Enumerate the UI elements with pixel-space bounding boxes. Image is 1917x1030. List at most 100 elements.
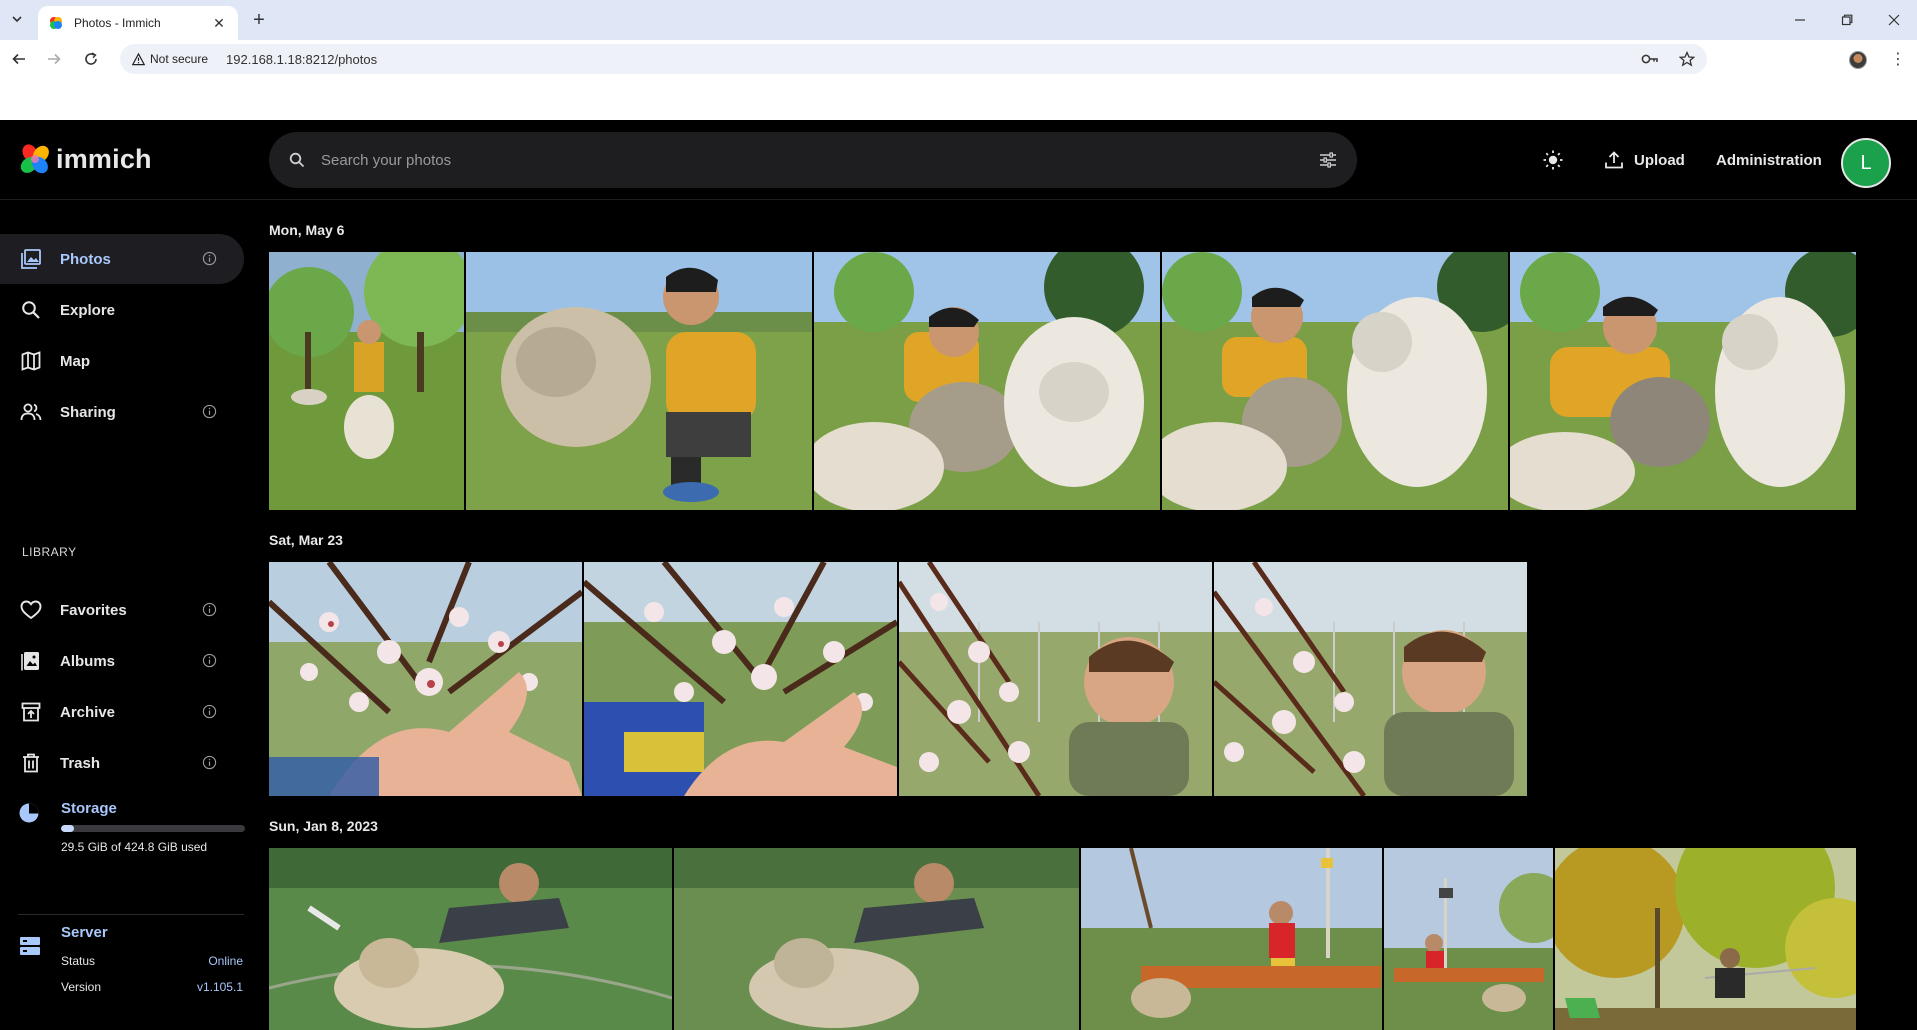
tab-title: Photos - Immich: [74, 16, 161, 30]
photo-thumbnail[interactable]: [584, 562, 897, 796]
browser-menu-icon[interactable]: ⋮: [1890, 49, 1906, 69]
reload-icon[interactable]: [80, 48, 102, 70]
trash-icon: [23, 753, 39, 773]
storage-progress-bar: [61, 825, 245, 832]
info-icon[interactable]: [202, 602, 217, 617]
administration-button[interactable]: Administration: [1716, 140, 1822, 180]
tab-search-button[interactable]: [6, 8, 28, 30]
sidebar-item-label: Archive: [60, 703, 116, 721]
browser-profile-avatar[interactable]: [1849, 51, 1867, 69]
sidebar-item-label: Sharing: [60, 403, 116, 421]
close-tab-icon[interactable]: ✕: [210, 15, 228, 32]
restore-icon[interactable]: [1824, 0, 1870, 40]
app-header: immich Upload Administration L: [0, 120, 1917, 200]
upload-button[interactable]: Upload: [1604, 140, 1685, 180]
password-key-icon[interactable]: [1641, 52, 1659, 66]
search-filter-icon[interactable]: [1319, 152, 1337, 168]
photos-icon: [21, 249, 41, 269]
albums-icon: [21, 652, 39, 671]
photo-thumbnail[interactable]: [1081, 848, 1382, 1030]
immich-favicon-icon: [50, 17, 62, 29]
user-avatar[interactable]: L: [1841, 138, 1891, 188]
browser-tab-bar: Photos - Immich ✕ +: [0, 0, 1917, 40]
security-indicator[interactable]: Not secure: [132, 52, 218, 66]
server-status-value: Online: [208, 954, 243, 968]
photo-thumbnail[interactable]: [1214, 562, 1527, 796]
immich-logo-icon: [20, 144, 49, 174]
sidebar-item-label: Explore: [60, 301, 116, 319]
search-icon: [22, 301, 40, 319]
photo-thumbnail[interactable]: [269, 848, 672, 1030]
server-version-row: Version v1.105.1: [61, 980, 243, 994]
browser-toolbar: Not secure 192.168.1.18:8212/photos ⋮: [0, 40, 1917, 78]
server-title: Server: [61, 924, 108, 941]
info-icon[interactable]: [202, 653, 217, 668]
sidebar-item-archive[interactable]: Archive: [0, 687, 244, 737]
photo-thumbnail[interactable]: [269, 562, 582, 796]
sidebar-divider: [18, 914, 244, 915]
date-group-title: Sat, Mar 23: [269, 532, 343, 548]
server-icon: [20, 937, 40, 955]
browser-tab[interactable]: Photos - Immich ✕: [38, 6, 238, 40]
sidebar-item-map[interactable]: Map: [0, 336, 244, 386]
sidebar: Photos Explore Map Sharing LIBRARY Favor…: [0, 200, 256, 1030]
back-arrow-icon[interactable]: [8, 48, 30, 70]
info-icon[interactable]: [202, 704, 217, 719]
avatar-initial: L: [1860, 151, 1872, 174]
storage-used-text: 29.5 GiB of 424.8 GiB used: [61, 840, 208, 854]
heart-icon: [20, 600, 42, 620]
date-group-title: Mon, May 6: [269, 222, 345, 238]
bookmark-star-icon[interactable]: [1679, 51, 1695, 67]
info-icon[interactable]: [202, 755, 217, 770]
photo-thumbnail[interactable]: [674, 848, 1079, 1030]
immich-app: immich Upload Administration L Photos: [0, 120, 1917, 1030]
search-input[interactable]: [321, 151, 1319, 169]
new-tab-button[interactable]: +: [248, 9, 270, 31]
storage-progress-fill: [61, 825, 74, 832]
photo-thumbnail[interactable]: [899, 562, 1212, 796]
search-bar[interactable]: [269, 132, 1357, 188]
sidebar-item-favorites[interactable]: Favorites: [0, 585, 244, 635]
sidebar-item-trash[interactable]: Trash: [0, 738, 244, 788]
people-icon: [20, 403, 42, 421]
immich-logo[interactable]: immich: [18, 142, 152, 176]
address-bar[interactable]: Not secure 192.168.1.18:8212/photos: [120, 44, 1707, 74]
warning-triangle-icon: [132, 52, 145, 65]
theme-toggle-button[interactable]: [1542, 140, 1566, 180]
security-label: Not secure: [150, 52, 209, 66]
sidebar-item-label: Photos: [60, 250, 111, 268]
close-window-icon[interactable]: [1871, 0, 1917, 40]
date-group-title: Sun, Jan 8, 2023: [269, 818, 378, 834]
server-status-label: Status: [61, 954, 96, 968]
info-icon[interactable]: [202, 251, 217, 266]
storage-title: Storage: [61, 800, 117, 817]
sidebar-item-photos[interactable]: Photos: [0, 234, 244, 284]
server-version-value: v1.105.1: [196, 980, 243, 994]
map-icon: [21, 351, 41, 371]
sidebar-item-sharing[interactable]: Sharing: [0, 387, 244, 437]
administration-label: Administration: [1716, 151, 1822, 169]
page-top-strip: [0, 78, 1917, 120]
sidebar-item-label: Favorites: [60, 601, 127, 619]
info-icon[interactable]: [202, 404, 217, 419]
storage-pie-icon: [19, 803, 39, 823]
photo-thumbnail[interactable]: [814, 252, 1160, 510]
server-status-row: Status Online: [61, 954, 243, 968]
sidebar-item-label: Map: [60, 352, 90, 370]
sidebar-item-albums[interactable]: Albums: [0, 636, 244, 686]
search-icon: [289, 152, 305, 168]
sidebar-item-explore[interactable]: Explore: [0, 285, 244, 335]
minimize-icon[interactable]: [1777, 0, 1823, 40]
photo-thumbnail[interactable]: [1510, 252, 1856, 510]
library-section-title: LIBRARY: [22, 545, 77, 559]
forward-arrow-icon[interactable]: [43, 48, 65, 70]
photo-thumbnail[interactable]: [1162, 252, 1508, 510]
server-version-label: Version: [61, 980, 102, 994]
url-text[interactable]: 192.168.1.18:8212/photos: [226, 52, 377, 67]
photo-thumbnail[interactable]: [269, 252, 464, 510]
photo-thumbnail[interactable]: [1555, 848, 1856, 1030]
upload-label: Upload: [1634, 151, 1685, 169]
photo-thumbnail[interactable]: [466, 252, 812, 510]
photo-thumbnail[interactable]: [1384, 848, 1553, 1030]
upload-icon: [1605, 151, 1623, 169]
